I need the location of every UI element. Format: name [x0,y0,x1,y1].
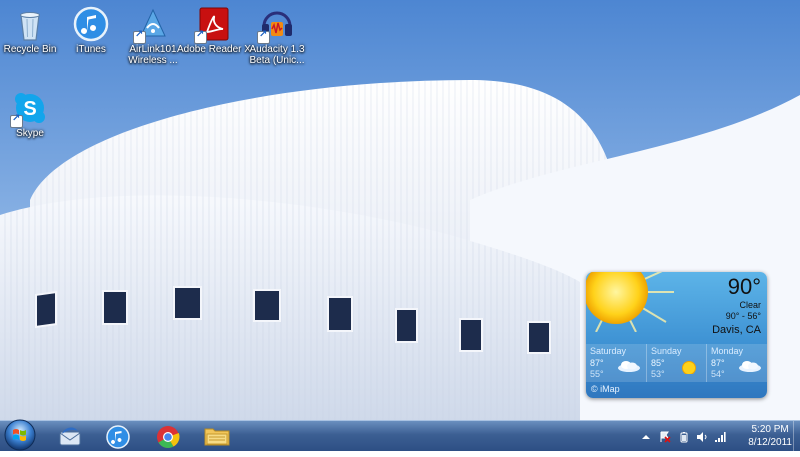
taskbar-explorer[interactable] [194,422,238,450]
city-name: Davis, CA [712,324,761,336]
windows-orb-icon [4,419,36,451]
cloud-icon [739,361,761,372]
battery-icon[interactable] [678,430,690,443]
svg-text:S: S [23,98,36,120]
forecast-high: 87° [590,358,604,368]
network-signal-icon[interactable] [714,430,726,442]
skype-icon: S [10,90,48,128]
shortcut-arrow-icon [133,29,146,44]
forecast-day-name: Monday [711,346,744,356]
taskbar-chrome[interactable] [146,422,190,450]
shortcut-arrow-icon [257,29,270,44]
taskbar-thunderbird[interactable] [48,422,92,450]
forecast-low: 55° [590,369,604,379]
tray-up-arrow-icon[interactable] [640,430,652,442]
weather-current: 90° Clear 90° - 56° Davis, CA [586,272,767,344]
desktop-icon-label: Skype [16,128,44,139]
chrome-icon [157,426,180,448]
taskbar-clock[interactable]: 5:20 PM 8/12/2011 [748,423,792,449]
explorer-folder-icon [204,428,230,446]
forecast-low: 54° [711,369,725,379]
forecast-high: 87° [711,358,725,368]
desktop-icon-skype[interactable]: S Skype [0,86,68,139]
show-desktop-button[interactable] [793,421,800,451]
recycle-bin-icon [12,6,48,42]
weather-gadget[interactable]: 90° Clear 90° - 56° Davis, CA Saturday 8… [586,272,767,398]
forecast-day: Saturday 87° 55° [586,344,646,382]
taskbar: 5:20 PM 8/12/2011 [0,418,800,452]
desktop-icon-audacity[interactable]: Audacity 1.3 Beta (Unic... [239,2,315,66]
forecast-low: 53° [651,369,665,379]
shortcut-arrow-icon [194,29,207,44]
audacity-icon [257,6,295,44]
clock-time: 5:20 PM [751,424,789,435]
current-condition: Clear [739,300,761,310]
cloud-icon [618,361,640,372]
temperature-range: 90° - 56° [725,311,761,321]
sun-icon [586,272,674,332]
itunes-icon [73,6,109,42]
flag-alert-icon[interactable] [659,430,671,443]
sun-icon [682,361,696,374]
forecast-row: Saturday 87° 55° Sunday 85° 53° Monday 8… [586,344,767,382]
adobe-reader-icon [194,6,232,44]
forecast-day: Monday 87° 54° [706,344,767,382]
shortcut-arrow-icon [10,113,23,128]
forecast-day-name: Saturday [590,346,627,356]
itunes-icon [106,425,130,449]
clock-date: 8/12/2011 [748,437,792,448]
airlink-icon [133,6,171,44]
current-temperature: 90° [727,274,761,299]
desktop-icon-label: Audacity 1.3 Beta (Unic... [249,44,305,66]
start-button[interactable] [3,418,37,452]
forecast-high: 85° [651,358,665,368]
forecast-day-name: Sunday [651,346,682,356]
volume-icon[interactable] [696,430,708,442]
forecast-day: Sunday 85° 53° [646,344,707,382]
thunderbird-icon [59,427,81,446]
weather-credit-link[interactable]: © iMap [591,384,620,394]
taskbar-itunes[interactable] [96,422,140,450]
